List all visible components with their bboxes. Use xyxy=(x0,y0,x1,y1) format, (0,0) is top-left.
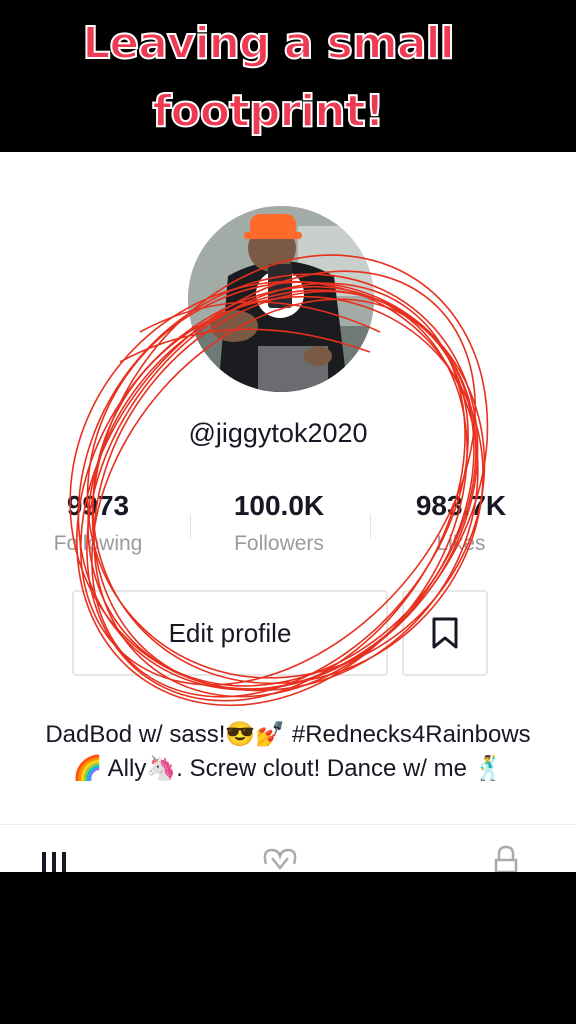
avatar-photo xyxy=(188,206,374,392)
bio-line-1: DadBod w/ sass!😎💅 #Rednecks4Rainbows xyxy=(45,721,531,748)
stat-divider xyxy=(190,514,191,538)
following-label[interactable]: Following xyxy=(18,532,178,556)
likes-label: Likes xyxy=(436,532,486,555)
following-count[interactable]: 9973 xyxy=(18,490,178,522)
bookmark-icon xyxy=(432,617,458,649)
profile-screen: @jiggytok2020 9973 Following 100.0K Foll… xyxy=(0,152,576,872)
bottom-letterbox xyxy=(0,872,576,1024)
tab-private[interactable] xyxy=(486,844,526,872)
profile-handle: @jiggytok2020 xyxy=(188,418,368,448)
stat-divider xyxy=(370,514,371,538)
tab-liked[interactable] xyxy=(260,844,300,872)
followers-count[interactable]: 100.0K xyxy=(199,490,359,522)
caption-line-1: Leaving a small xyxy=(81,17,455,70)
favorites-button[interactable] xyxy=(402,590,488,676)
tab-videos[interactable] xyxy=(34,844,74,872)
likes-count: 983.7K xyxy=(415,490,507,521)
edit-profile-button[interactable]: Edit profile xyxy=(72,590,388,676)
tab-divider xyxy=(0,824,576,825)
caption-line-2: footprint! xyxy=(151,85,385,138)
grid-icon xyxy=(42,852,66,872)
edit-profile-label: Edit profile xyxy=(168,617,292,648)
followers-label[interactable]: Followers xyxy=(199,532,359,556)
bio-line-2: 🌈 Ally🦄. Screw clout! Dance w/ me 🕺 xyxy=(72,755,504,782)
avatar[interactable] xyxy=(188,206,374,392)
caption-banner: Leaving a small footprint! xyxy=(0,0,576,152)
lock-icon xyxy=(494,845,518,872)
liked-icon xyxy=(263,848,297,871)
